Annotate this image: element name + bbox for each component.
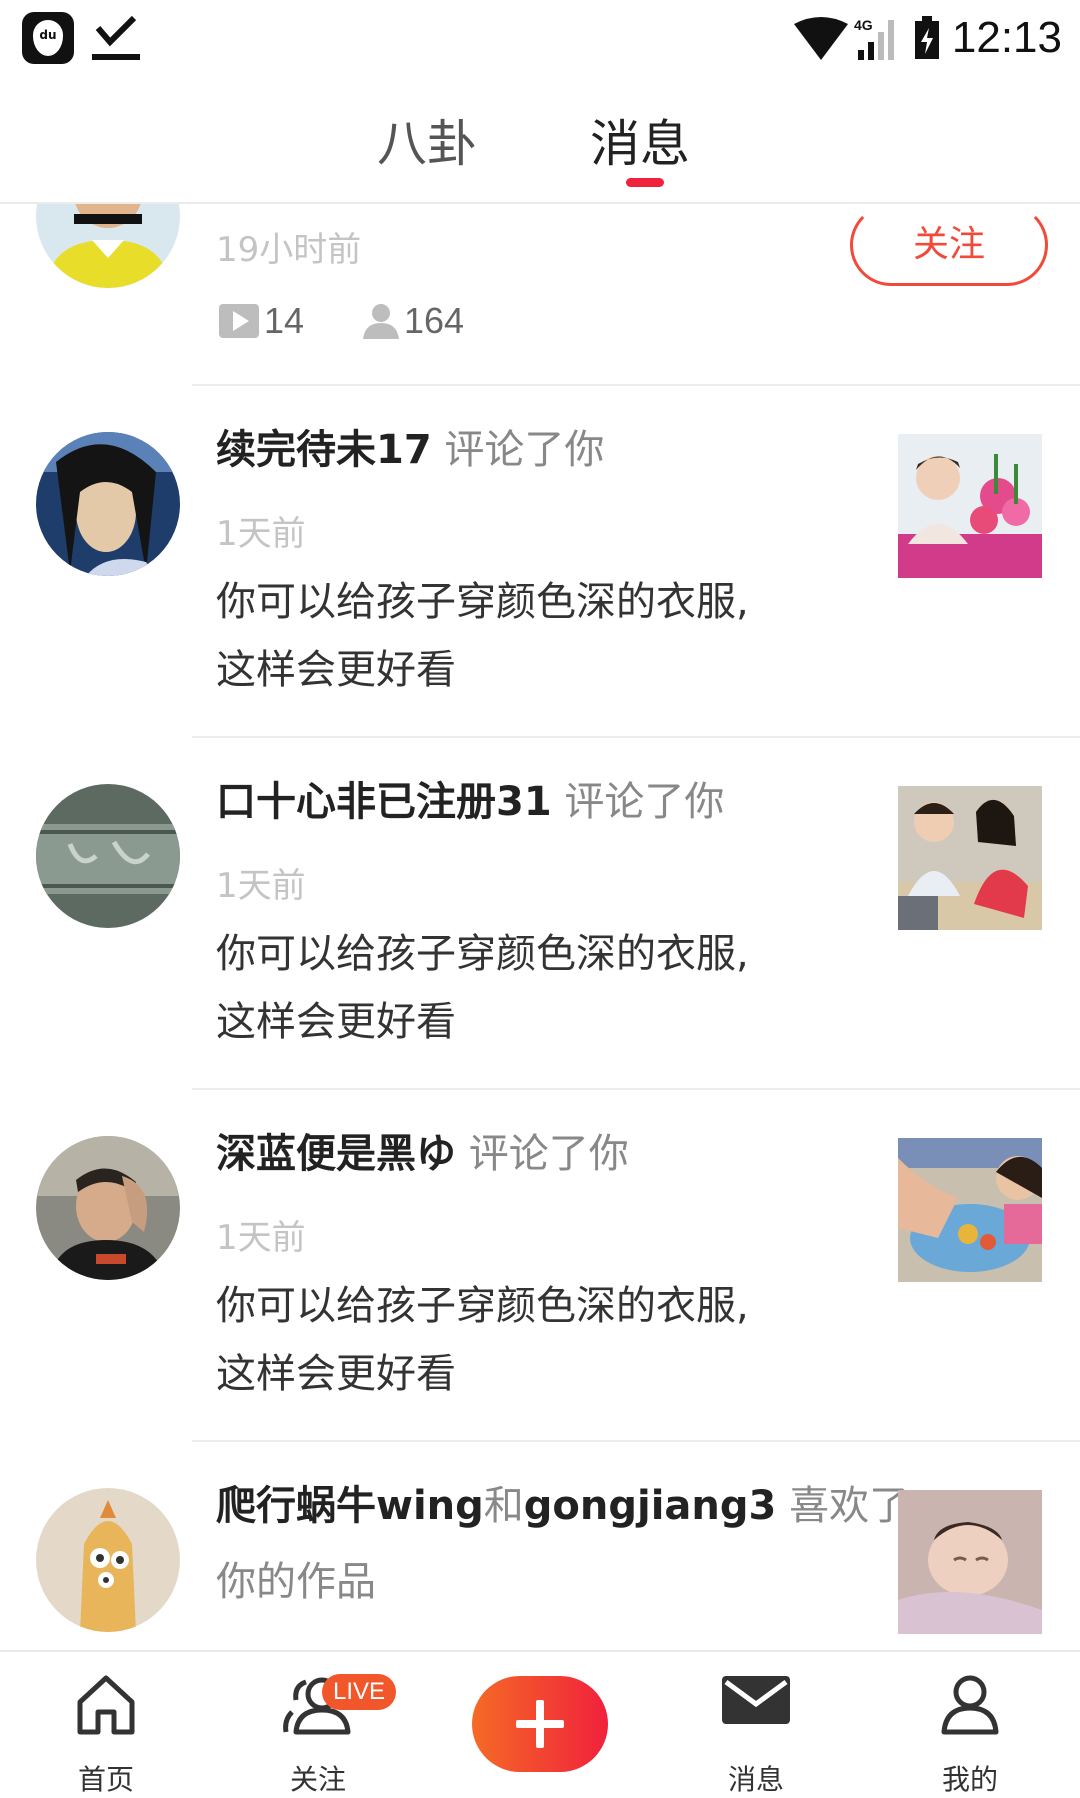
battery-charging-icon bbox=[914, 16, 939, 59]
message-title: 口十心非已注册31 评论了你 bbox=[216, 776, 724, 828]
timestamp: 1天前 bbox=[216, 1218, 306, 1258]
nav-messages[interactable]: 消息 bbox=[686, 1662, 826, 1798]
row-divider bbox=[192, 1440, 1080, 1442]
comment-text: 这样会更好看 bbox=[216, 1351, 456, 1397]
follower-count: 164 bbox=[362, 300, 464, 342]
avatar[interactable] bbox=[36, 204, 180, 288]
video-count: 14 bbox=[218, 300, 304, 342]
message-list[interactable]: 19小时前 关注 14 164 续完待未17 评论了你 1天前 你可以给孩子穿颜… bbox=[0, 204, 1080, 1644]
comment-text: 你可以给孩子穿颜色深的衣服, bbox=[216, 931, 749, 977]
avatar[interactable] bbox=[36, 432, 180, 576]
wifi-icon bbox=[793, 17, 848, 60]
app-notification-icon: du bbox=[22, 12, 74, 64]
nav-me-label: 我的 bbox=[941, 1763, 998, 1796]
live-badge: LIVE bbox=[322, 1674, 396, 1710]
row-divider bbox=[192, 736, 1080, 738]
post-thumbnail[interactable] bbox=[898, 434, 1042, 578]
nav-home[interactable]: 首页 bbox=[36, 1662, 176, 1798]
tab-messages[interactable]: 消息 bbox=[590, 104, 690, 176]
nav-me[interactable]: 我的 bbox=[900, 1662, 1040, 1798]
row-divider bbox=[192, 384, 1080, 386]
avatar[interactable] bbox=[36, 784, 180, 928]
status-bar: du 4G 12:13 bbox=[0, 0, 1080, 78]
action-text: 评论了你 bbox=[564, 779, 725, 825]
username[interactable]: 深蓝便是黑ゆ bbox=[216, 1131, 456, 1177]
comment-text: 你可以给孩子穿颜色深的衣服, bbox=[216, 579, 749, 625]
username[interactable]: 续完待未17 bbox=[216, 427, 432, 473]
bottom-navigation: 首页 LIVE 关注 消息 我的 bbox=[0, 1650, 1080, 1798]
post-thumbnail[interactable] bbox=[898, 1490, 1042, 1634]
action-text: 喜欢了 bbox=[789, 1483, 910, 1529]
post-thumbnail[interactable] bbox=[898, 1138, 1042, 1282]
profile-icon bbox=[941, 1675, 999, 1735]
nav-follow[interactable]: LIVE 关注 bbox=[248, 1662, 396, 1798]
create-post-button[interactable] bbox=[472, 1676, 608, 1772]
tab-gossip[interactable]: 八卦 bbox=[377, 104, 477, 176]
avatar[interactable] bbox=[36, 1488, 180, 1632]
video-count-value: 14 bbox=[264, 300, 305, 341]
message-title: 深蓝便是黑ゆ 评论了你 bbox=[216, 1128, 629, 1180]
message-title: 爬行蜗牛wing和gongjiang3 喜欢了 bbox=[216, 1480, 909, 1532]
cellular-signal-icon: 4G bbox=[854, 16, 900, 60]
timestamp: 1天前 bbox=[216, 514, 306, 554]
network-type-label: 4G bbox=[854, 17, 873, 33]
active-tab-indicator bbox=[626, 178, 664, 187]
action-text: 评论了你 bbox=[468, 1131, 629, 1177]
message-title: 续完待未17 评论了你 bbox=[216, 424, 604, 476]
home-icon bbox=[77, 1675, 135, 1735]
nav-messages-label: 消息 bbox=[727, 1763, 784, 1796]
username[interactable]: 口十心非已注册31 bbox=[216, 779, 552, 825]
app-icon-text: du bbox=[39, 28, 57, 42]
timestamp: 19小时前 bbox=[216, 230, 362, 270]
top-tab-bar: 八卦 消息 bbox=[0, 88, 1080, 200]
nav-follow-label: 关注 bbox=[289, 1763, 346, 1796]
comment-text: 这样会更好看 bbox=[216, 999, 456, 1045]
timestamp: 1天前 bbox=[216, 866, 306, 906]
follow-button[interactable]: 关注 bbox=[850, 204, 1048, 286]
nav-home-label: 首页 bbox=[77, 1763, 134, 1796]
status-clock: 12:13 bbox=[951, 13, 1062, 62]
action-text: 你的作品 bbox=[216, 1559, 376, 1605]
action-text: 评论了你 bbox=[444, 427, 605, 473]
username[interactable]: 爬行蜗牛wing bbox=[216, 1483, 484, 1529]
comment-text: 你可以给孩子穿颜色深的衣服, bbox=[216, 1283, 749, 1329]
video-icon bbox=[219, 304, 259, 338]
download-complete-icon bbox=[92, 15, 140, 60]
username[interactable]: gongjiang3 bbox=[524, 1483, 777, 1529]
mail-icon bbox=[722, 1676, 790, 1724]
avatar[interactable] bbox=[36, 1136, 180, 1280]
follower-count-value: 164 bbox=[404, 300, 465, 341]
person-icon bbox=[363, 304, 399, 339]
row-divider bbox=[192, 1088, 1080, 1090]
connector-text: 和 bbox=[483, 1483, 524, 1529]
post-thumbnail[interactable] bbox=[898, 786, 1042, 930]
comment-text: 这样会更好看 bbox=[216, 647, 456, 693]
